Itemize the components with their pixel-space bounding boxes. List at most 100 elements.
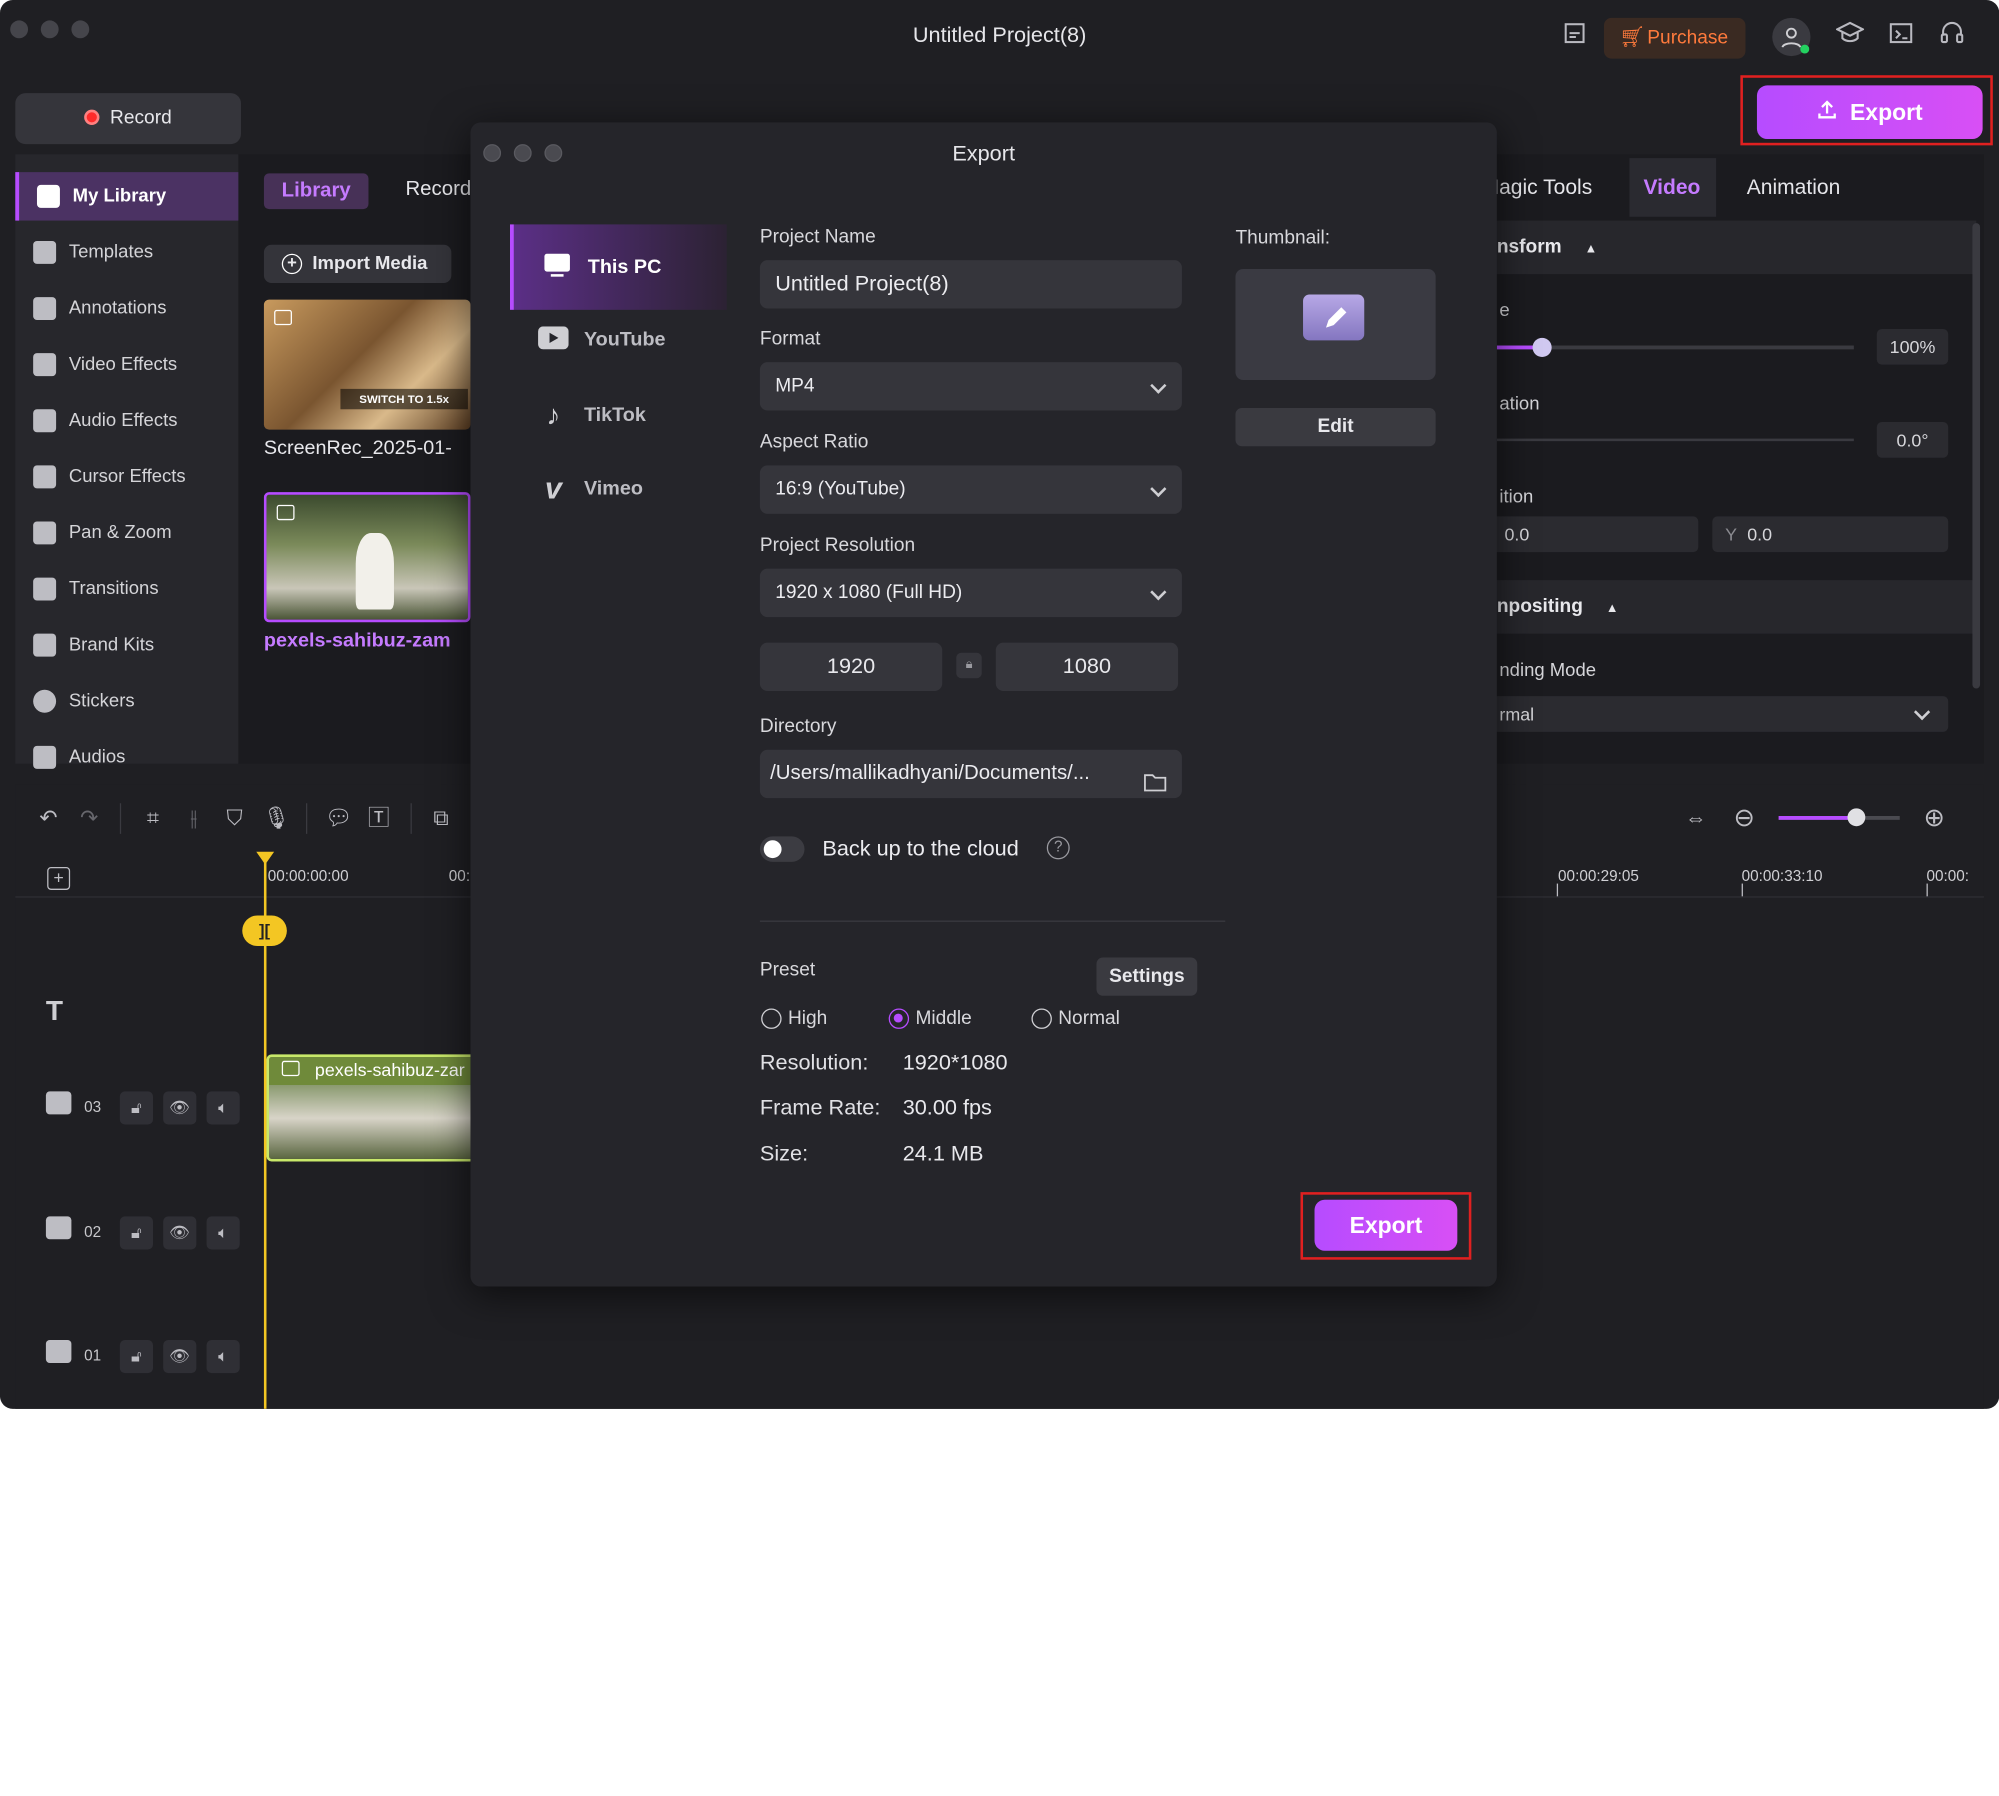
media-thumbnail[interactable]: SWITCH TO 1.5x xyxy=(263,299,471,430)
dest-vimeo[interactable]: v Vimeo xyxy=(510,453,727,527)
blending-mode-select[interactable]: rmal xyxy=(1489,696,1949,732)
info-frame-rate-label: Frame Rate: xyxy=(759,1095,881,1120)
purchase-button[interactable]: 🛒︎ Purchase xyxy=(1603,17,1746,59)
sidebar-item-video-effects[interactable]: Video Effects xyxy=(15,340,238,388)
sidebar-item-label: Audio Effects xyxy=(68,410,178,431)
tab-video[interactable]: Video xyxy=(1643,176,1700,200)
scale-slider-handle[interactable] xyxy=(1532,337,1552,357)
tab-magic-tools[interactable]: Magic Tools xyxy=(1482,176,1593,200)
speaker-icon[interactable]: 🔈︎ xyxy=(206,1216,240,1250)
dest-label: TikTok xyxy=(583,404,646,426)
rotation-label: ation xyxy=(1499,393,1540,415)
dialog-export-button[interactable]: Export xyxy=(1314,1199,1458,1251)
undo-icon[interactable]: ↶ xyxy=(36,806,61,832)
sidebar-item-pan-zoom[interactable]: Pan & Zoom xyxy=(15,509,238,557)
ruler-tick xyxy=(1926,883,1928,897)
rotation-value[interactable]: 0.0° xyxy=(1876,422,1949,458)
position-x-input[interactable]: 0.0 xyxy=(1489,516,1699,553)
playhead-head[interactable] xyxy=(256,851,275,865)
crop-icon[interactable]: ⌗ xyxy=(140,806,166,832)
top-export-button[interactable]: Export xyxy=(1756,85,1983,139)
media-thumbnail[interactable] xyxy=(263,492,471,623)
preset-normal-radio[interactable] xyxy=(1031,1008,1052,1029)
compositing-section-header[interactable]: npositing ▲ xyxy=(1479,580,1977,634)
scrollbar[interactable] xyxy=(1972,223,1981,689)
tab-animation[interactable]: Animation xyxy=(1747,176,1841,200)
folder-icon[interactable] xyxy=(1144,762,1167,810)
transform-section-header[interactable]: nsform ▲ xyxy=(1479,220,1977,275)
scale-value[interactable]: 100% xyxy=(1876,328,1949,365)
eye-icon[interactable]: 👁︎ xyxy=(163,1340,197,1374)
add-track-icon[interactable]: + xyxy=(47,867,71,890)
directory-input[interactable]: /Users/mallikadhyani/Documents/... xyxy=(759,749,1182,799)
redo-icon[interactable]: ↷ xyxy=(77,806,103,832)
account-avatar[interactable] xyxy=(1772,17,1811,57)
marker-icon[interactable]: ⛉ xyxy=(222,806,248,832)
sidebar-item-templates[interactable]: Templates xyxy=(15,228,238,276)
chevron-down-icon xyxy=(1150,584,1167,601)
sidebar-item-transitions[interactable]: Transitions xyxy=(15,565,238,613)
lock-icon[interactable]: 🔓︎ xyxy=(119,1091,153,1125)
preset-middle-radio[interactable] xyxy=(888,1008,910,1029)
sidebar-item-stickers[interactable]: Stickers xyxy=(15,677,238,725)
timeline-zoom-slider[interactable] xyxy=(1778,816,1900,820)
dest-this-pc[interactable]: This PC xyxy=(510,224,727,310)
lock-icon[interactable]: 🔓︎ xyxy=(119,1340,153,1374)
sidebar-item-audios[interactable]: Audios xyxy=(15,733,238,781)
height-input[interactable]: 1080 xyxy=(995,642,1179,692)
record-label: Record xyxy=(110,107,172,129)
speaker-icon[interactable]: 🔈︎ xyxy=(206,1091,240,1125)
cloud-backup-toggle[interactable] xyxy=(759,836,805,862)
sidebar-item-label: Video Effects xyxy=(68,354,178,375)
resolution-select[interactable]: 1920 x 1080 (Full HD) xyxy=(759,568,1182,618)
record-button[interactable]: Record xyxy=(15,93,241,145)
project-name-input[interactable]: Untitled Project(8) xyxy=(759,260,1182,309)
timeline-zoom-handle[interactable] xyxy=(1847,808,1866,827)
tutorial-icon[interactable] xyxy=(1833,20,1866,53)
zoom-in-icon[interactable]: ⊕ xyxy=(1921,806,1947,832)
sidebar-item-my-library[interactable]: My Library xyxy=(15,172,239,221)
dest-tiktok[interactable]: ♪ TikTok xyxy=(510,379,727,453)
section-title: nsform xyxy=(1496,235,1562,258)
sidebar-item-brand-kits[interactable]: Brand Kits xyxy=(15,621,238,669)
cloud-backup-label: Back up to the cloud xyxy=(822,836,1019,861)
sidebar-item-cursor-effects[interactable]: Cursor Effects xyxy=(15,453,238,501)
position-y-input[interactable]: Y 0.0 xyxy=(1712,516,1949,553)
sidebar-item-audio-effects[interactable]: Audio Effects xyxy=(15,397,238,445)
zoom-out-icon[interactable]: ⊖ xyxy=(1731,806,1757,832)
microphone-icon[interactable]: 🎙︎ xyxy=(263,806,291,832)
thumbnail-edit-button[interactable]: Edit xyxy=(1235,408,1436,447)
rotation-slider-track[interactable] xyxy=(1496,438,1854,442)
support-headset-icon[interactable] xyxy=(1935,20,1968,53)
comment-icon[interactable]: 💬︎ xyxy=(325,806,353,832)
sidebar-item-label: Brand Kits xyxy=(68,634,155,656)
preset-settings-button[interactable]: Settings xyxy=(1096,957,1198,996)
speaker-icon[interactable]: 🔈︎ xyxy=(206,1340,240,1374)
shortcut-icon[interactable] xyxy=(1884,20,1917,53)
width-input[interactable]: 1920 xyxy=(759,642,943,692)
feedback-icon[interactable] xyxy=(1558,20,1591,53)
tab-record[interactable]: Record xyxy=(405,179,471,202)
timeline-clip[interactable]: pexels-sahibuz-zar xyxy=(266,1054,477,1162)
fit-timeline-icon[interactable]: ⇔ xyxy=(1683,806,1709,832)
lock-aspect-icon[interactable]: 🔒︎ xyxy=(956,652,982,679)
eye-icon[interactable]: 👁︎ xyxy=(163,1091,197,1125)
top-export-label: Export xyxy=(1850,99,1923,125)
preset-high-radio[interactable] xyxy=(761,1008,782,1029)
text-track-icon: T xyxy=(45,994,64,1027)
split-icon[interactable]: ⫲ xyxy=(181,806,207,832)
split-at-playhead-button[interactable]: ][ xyxy=(242,915,287,947)
tab-library[interactable]: Library xyxy=(263,173,369,210)
lock-icon[interactable]: 🔓︎ xyxy=(119,1216,153,1250)
subtitle-icon[interactable]: ⧉ xyxy=(428,806,454,832)
resolution-value: 1920 x 1080 (Full HD) xyxy=(775,581,963,604)
aspect-ratio-select[interactable]: 16:9 (YouTube) xyxy=(759,465,1182,514)
text-tool-icon[interactable]: 🅃︎ xyxy=(366,806,392,832)
sidebar-item-annotations[interactable]: Annotations xyxy=(15,284,238,332)
format-select[interactable]: MP4 xyxy=(759,362,1182,411)
dest-youtube[interactable]: YouTube xyxy=(510,303,727,377)
import-media-button[interactable]: + Import Media xyxy=(263,244,452,284)
directory-label: Directory xyxy=(759,715,837,737)
help-icon[interactable]: ? xyxy=(1046,836,1070,860)
eye-icon[interactable]: 👁︎ xyxy=(163,1216,197,1250)
